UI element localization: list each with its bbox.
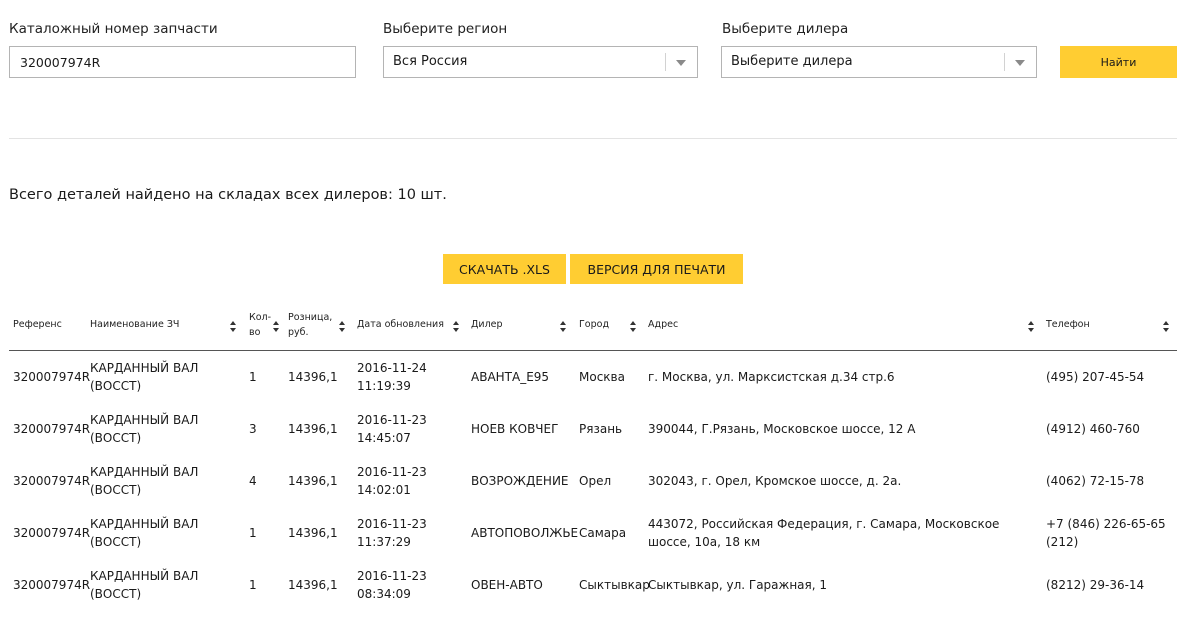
- cell-part-name: КАРДАННЫЙ ВАЛ (ВОССТ): [90, 569, 199, 601]
- cell-phone: (8212) 29-36-14: [1046, 578, 1145, 592]
- cell-part-name: КАРДАННЫЙ ВАЛ (ВОССТ): [90, 413, 199, 445]
- column-header-update-date[interactable]: Дата обновления: [357, 317, 444, 333]
- cell-quantity: 3: [249, 422, 257, 436]
- sort-icon[interactable]: [273, 321, 279, 332]
- cell-address: 302043, г. Орел, Кромское шоссе, д. 2а.: [648, 474, 902, 488]
- dealer-select[interactable]: Выберите дилера: [721, 46, 1037, 78]
- cell-city: Орел: [579, 474, 612, 488]
- column-header-part-name[interactable]: Наименование ЗЧ: [90, 317, 179, 333]
- table-row: 320007974R КАРДАННЫЙ ВАЛ (ВОССТ) 1 14396…: [9, 507, 1177, 559]
- sort-icon[interactable]: [630, 321, 636, 332]
- cell-update-date: 2016-11-24 11:19:39: [357, 361, 427, 393]
- cell-reference: 320007974R: [13, 370, 91, 384]
- chevron-down-icon: [676, 60, 686, 66]
- cell-phone: (4912) 460-760: [1046, 422, 1140, 436]
- cell-address: г. Москва, ул. Марксистская д.34 стр.6: [648, 370, 895, 384]
- cell-retail-price: 14396,1: [288, 578, 338, 592]
- cell-update-date: 2016-11-23 11:37:29: [357, 517, 427, 549]
- column-header-phone[interactable]: Телефон: [1046, 317, 1090, 333]
- cell-reference: 320007974R: [13, 474, 91, 488]
- table-row: 320007974R КАРДАННЫЙ ВАЛ (ВОССТ) 4 14396…: [9, 455, 1177, 507]
- cell-dealer: ВОЗРОЖДЕНИЕ: [471, 474, 569, 488]
- region-select[interactable]: Вся Россия: [383, 46, 698, 78]
- dealer-label: Выберите дилера: [722, 21, 849, 37]
- cell-phone: (4062) 72-15-78: [1046, 474, 1145, 488]
- cell-retail-price: 14396,1: [288, 422, 338, 436]
- part-number-input[interactable]: 320007974R: [9, 46, 356, 78]
- sort-icon[interactable]: [339, 321, 345, 332]
- cell-phone: +7 (846) 226-65-65 (212): [1046, 517, 1166, 549]
- table-row: 320007974R КАРДАННЫЙ ВАЛ (ВОССТ) 3 14396…: [9, 403, 1177, 455]
- cell-update-date: 2016-11-23 14:45:07: [357, 413, 427, 445]
- cell-address: Сыктывкар, ул. Гаражная, 1: [648, 578, 828, 592]
- sort-icon[interactable]: [1163, 321, 1169, 332]
- part-number-value: 320007974R: [20, 54, 101, 70]
- part-number-label: Каталожный номер запчасти: [9, 21, 218, 37]
- cell-retail-price: 14396,1: [288, 370, 338, 384]
- cell-part-name: КАРДАННЫЙ ВАЛ (ВОССТ): [90, 465, 199, 497]
- column-header-quantity[interactable]: Кол-во: [249, 310, 271, 340]
- results-summary: Всего деталей найдено на складах всех ди…: [9, 187, 447, 203]
- table-row: 320007974R КАРДАННЫЙ ВАЛ (ВОССТ) 1 14396…: [9, 559, 1177, 611]
- column-header-dealer[interactable]: Дилер: [471, 317, 503, 333]
- cell-quantity: 1: [249, 578, 257, 592]
- cell-dealer: ОВЕН-АВТО: [471, 578, 543, 592]
- cell-retail-price: 14396,1: [288, 474, 338, 488]
- cell-city: Рязань: [579, 422, 623, 436]
- cell-retail-price: 14396,1: [288, 526, 338, 540]
- cell-part-name: КАРДАННЫЙ ВАЛ (ВОССТ): [90, 517, 199, 549]
- sort-icon[interactable]: [230, 321, 236, 332]
- cell-city: Самара: [579, 526, 627, 540]
- column-header-address[interactable]: Адрес: [648, 317, 678, 333]
- dealer-selected-value: Выберите дилера: [731, 54, 853, 69]
- cell-phone: (495) 207-45-54: [1046, 370, 1145, 384]
- cell-dealer: НОЕВ КОВЧЕГ: [471, 422, 559, 436]
- cell-quantity: 4: [249, 474, 257, 488]
- region-label: Выберите регион: [383, 21, 508, 37]
- cell-address: 443072, Российская Федерация, г. Самара,…: [648, 517, 1000, 549]
- sort-icon[interactable]: [1028, 321, 1034, 332]
- cell-reference: 320007974R: [13, 526, 91, 540]
- column-header-city[interactable]: Город: [579, 317, 609, 333]
- sort-icon[interactable]: [560, 321, 566, 332]
- cell-dealer: АВТОПОВОЛЖЬЕ: [471, 526, 579, 540]
- region-selected-value: Вся Россия: [393, 54, 468, 69]
- cell-reference: 320007974R: [13, 422, 91, 436]
- cell-address: 390044, Г.Рязань, Московское шоссе, 12 А: [648, 422, 916, 436]
- cell-city: Москва: [579, 370, 625, 384]
- cell-dealer: АВАНТА_Е95: [471, 370, 550, 384]
- column-header-reference[interactable]: Референс: [13, 317, 62, 333]
- cell-city: Сыктывкар: [579, 578, 650, 592]
- table-header: Референс Наименование ЗЧ Кол-во Розница,…: [0, 306, 1183, 350]
- select-separator: [665, 53, 666, 71]
- sort-icon[interactable]: [453, 321, 459, 332]
- column-header-retail-price[interactable]: Розница, руб.: [288, 310, 332, 340]
- divider: [9, 138, 1177, 139]
- search-button[interactable]: Найти: [1060, 46, 1177, 78]
- cell-update-date: 2016-11-23 14:02:01: [357, 465, 427, 497]
- download-xls-button[interactable]: СКАЧАТЬ .XLS: [443, 254, 566, 284]
- select-separator: [1004, 53, 1005, 71]
- cell-reference: 320007974R: [13, 578, 91, 592]
- cell-quantity: 1: [249, 370, 257, 384]
- chevron-down-icon: [1015, 60, 1025, 66]
- cell-quantity: 1: [249, 526, 257, 540]
- cell-update-date: 2016-11-23 08:34:09: [357, 569, 427, 601]
- table-row: 320007974R КАРДАННЫЙ ВАЛ (ВОССТ) 1 14396…: [9, 351, 1177, 403]
- print-version-button[interactable]: ВЕРСИЯ ДЛЯ ПЕЧАТИ: [570, 254, 743, 284]
- cell-part-name: КАРДАННЫЙ ВАЛ (ВОССТ): [90, 361, 199, 393]
